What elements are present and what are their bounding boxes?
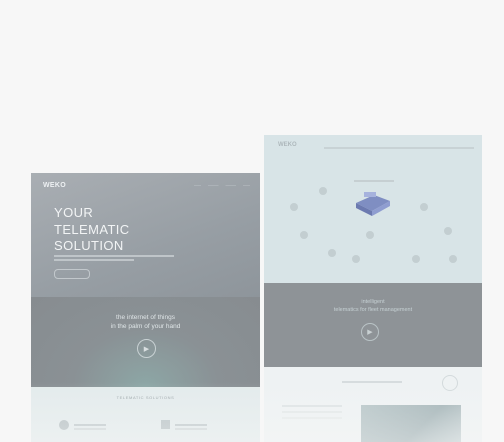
feature-text-placeholder: [74, 424, 106, 426]
card-text-placeholder: [282, 405, 342, 407]
hero-caption-placeholder: [354, 180, 394, 182]
nav-item[interactable]: ———: [208, 183, 219, 187]
hero-title-line: YOUR: [54, 205, 94, 220]
band-headline: intelligent telematics for fleet managem…: [264, 299, 482, 314]
band-line: the internet of things: [116, 314, 175, 321]
play-circle-icon[interactable]: ▶: [137, 339, 156, 358]
left-website-mockup: WEKO —— ——— ——— —— YOUR TELEMATIC SOLUTI…: [31, 173, 260, 442]
features-section: TELEMATIC SOLUTIONS: [31, 387, 260, 442]
feature-band: intelligent telematics for fleet managem…: [264, 283, 482, 367]
brand-logo[interactable]: WEKO: [43, 182, 66, 189]
feature-dot-icon: [290, 203, 298, 211]
band-headline: the internet of things in the palm of yo…: [31, 313, 260, 331]
feature-item: [161, 420, 207, 429]
feature-icon: [161, 420, 170, 429]
feature-dot-icon: [444, 227, 452, 235]
feature-dot-icon: [319, 187, 327, 195]
feature-dot-icon: [352, 255, 360, 263]
card-image: [361, 405, 461, 442]
nav-menu-placeholder: [324, 147, 474, 149]
feature-dot-icon: [366, 231, 374, 239]
section-title-placeholder: [342, 381, 402, 383]
badge-icon: [442, 375, 458, 391]
content-section: [264, 367, 482, 442]
feature-dot-icon: [449, 255, 457, 263]
feature-item: [59, 420, 106, 430]
hero-title: YOUR TELEMATIC SOLUTION: [54, 205, 130, 255]
product-hero: WEKO: [264, 135, 482, 283]
band-line: intelligent: [361, 299, 385, 305]
nav-item[interactable]: ——: [243, 183, 250, 187]
play-circle-icon[interactable]: ▶: [361, 323, 379, 341]
hero-section: WEKO —— ——— ——— —— YOUR TELEMATIC SOLUTI…: [31, 173, 260, 297]
feature-dot-icon: [328, 249, 336, 257]
band-line: telematics for fleet management: [333, 306, 413, 313]
top-nav: WEKO —— ——— ——— ——: [31, 173, 260, 197]
hero-title-line: TELEMATIC: [54, 221, 130, 237]
nav-item[interactable]: ——: [194, 183, 201, 187]
feature-icon: [59, 420, 69, 430]
hero-cta-button[interactable]: [54, 269, 90, 279]
telematics-device-illustration: [356, 192, 390, 216]
right-website-mockup: WEKO intelligent telematics for fleet ma…: [264, 135, 482, 442]
showcase-stage: WEKO —— ——— ——— —— YOUR TELEMATIC SOLUTI…: [0, 0, 504, 442]
nav-menu: —— ——— ——— ——: [194, 183, 250, 187]
nav-item[interactable]: ———: [226, 183, 237, 187]
hero-title-line: SOLUTION: [54, 238, 124, 253]
feature-band: the internet of things in the palm of yo…: [31, 297, 260, 387]
top-nav: WEKO: [264, 135, 482, 157]
features-title: TELEMATIC SOLUTIONS: [116, 395, 175, 400]
feature-dot-icon: [412, 255, 420, 263]
band-line: in the palm of your hand: [110, 323, 181, 330]
hero-subtitle-placeholder: [54, 255, 184, 261]
feature-dot-icon: [420, 203, 428, 211]
feature-dot-icon: [300, 231, 308, 239]
feature-text-placeholder: [175, 423, 207, 426]
brand-logo[interactable]: WEKO: [278, 142, 297, 148]
